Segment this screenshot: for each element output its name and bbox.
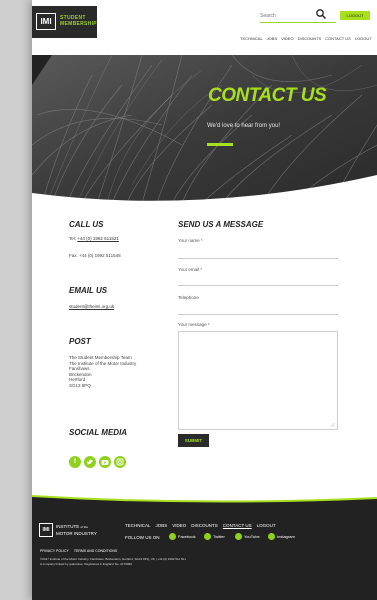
email-us-heading: EMAIL US [69, 286, 108, 295]
contact-content: CALL US Tel: +44 (0) 1992 511521 Fax: +4… [32, 203, 377, 503]
footer-logo[interactable]: IMI [39, 523, 53, 537]
footer-nav-technical[interactable]: TECHNICAL [125, 523, 151, 528]
instagram-icon[interactable] [114, 456, 126, 468]
brand-line-1: INSTITUTE [56, 524, 80, 529]
title-accent-bar [207, 143, 233, 146]
hero-grass-image [32, 55, 377, 203]
form-heading: SEND US A MESSAGE [178, 220, 264, 229]
facebook-icon [169, 533, 176, 540]
nav-jobs[interactable]: JOBS [267, 36, 277, 41]
submit-button[interactable]: SUBMIT [178, 434, 209, 447]
footer-nav-logout[interactable]: LOGOUT [257, 523, 276, 528]
facebook-icon[interactable]: f [69, 456, 81, 468]
brand-line-1-small: of the [80, 525, 89, 529]
site-header: IMI STUDENT MEMBERSHIP LOGOUT TECHNICAL … [32, 0, 377, 55]
search-icon[interactable] [315, 8, 327, 20]
phone-field-label: Telephone [178, 295, 199, 300]
footer-nav: TECHNICAL JOBS VIDEO DISCOUNTS CONTACT U… [125, 523, 276, 528]
site-footer: IMI INSTITUTE of the MOTOR INDUSTRY TECH… [32, 503, 377, 600]
youtube-icon [235, 533, 242, 540]
message-field-label: Your message * [178, 322, 210, 327]
footer-youtube[interactable]: YouTube [235, 533, 260, 540]
top-nav: TECHNICAL JOBS VIDEO DISCOUNTS CONTACT U… [240, 36, 372, 41]
social-media-heading: SOCIAL MEDIA [69, 428, 128, 437]
footer-instagram-label: Instagram [277, 534, 295, 539]
page-title: CONTACT US [208, 85, 327, 106]
footer-nav-contact-us[interactable]: CONTACT US [223, 523, 252, 528]
follow-us-label: FOLLOW US ON [125, 535, 160, 540]
email-field[interactable] [178, 285, 338, 286]
footer-nav-discounts[interactable]: DISCOUNTS [191, 523, 218, 528]
resize-handle-icon[interactable] [330, 422, 335, 427]
tel-link[interactable]: +44 (0) 1992 511521 [77, 236, 119, 241]
name-field[interactable] [178, 258, 338, 259]
site-logo[interactable]: IMI STUDENT MEMBERSHIP [32, 6, 97, 38]
footer-nav-video[interactable]: VIDEO [172, 523, 186, 528]
address-line: The Student Membership Team [69, 355, 132, 360]
twitter-icon[interactable] [84, 456, 96, 468]
legal-links: PRIVACY POLICY TERMS AND CONDITIONS [40, 549, 117, 553]
instagram-icon [268, 533, 275, 540]
youtube-icon[interactable] [99, 456, 111, 468]
phone-field[interactable] [178, 314, 338, 315]
tel-label: Tel: [69, 236, 77, 241]
company-line: A company limited by guarantee. Register… [40, 562, 132, 566]
footer-twitter-label: Twitter [213, 534, 225, 539]
page-subtitle: We'd love to hear from you! [207, 123, 281, 129]
nav-discounts[interactable]: DISCOUNTS [298, 36, 322, 41]
message-textarea[interactable] [178, 331, 338, 430]
footer-facebook[interactable]: Facebook [169, 533, 196, 540]
nav-contact-us[interactable]: CONTACT US [325, 36, 351, 41]
logo-line-2: MEMBERSHIP [60, 21, 97, 27]
nav-video[interactable]: VIDEO [281, 36, 293, 41]
tel-line: Tel: +44 (0) 1992 511521 [69, 236, 119, 242]
postal-address: The Student Membership Team The Institut… [69, 355, 136, 388]
twitter-icon [204, 533, 211, 540]
call-us-heading: CALL US [69, 220, 104, 229]
address-line: SG13 8PQ [69, 382, 91, 388]
brand-line-2: MOTOR INDUSTRY [56, 530, 97, 536]
nav-technical[interactable]: TECHNICAL [240, 36, 263, 41]
name-field-label: Your name * [178, 238, 203, 243]
logo-text: STUDENT MEMBERSHIP [60, 15, 97, 27]
logo-mark: IMI [36, 13, 56, 30]
nav-logout[interactable]: LOGOUT [355, 36, 372, 41]
footer-youtube-label: YouTube [244, 534, 260, 539]
footer-nav-jobs[interactable]: JOBS [156, 523, 168, 528]
footer-instagram[interactable]: Instagram [268, 533, 295, 540]
footer-twitter[interactable]: Twitter [204, 533, 225, 540]
copyright-text: ©2017 Institute of the Motor Industry. F… [40, 557, 240, 567]
hero-banner: CONTACT US We'd love to hear from you! [32, 55, 377, 203]
post-heading: POST [69, 337, 91, 346]
logout-button[interactable]: LOGOUT [340, 11, 370, 20]
footer-brand: INSTITUTE of the MOTOR INDUSTRY [56, 524, 97, 536]
terms-link[interactable]: TERMS AND CONDITIONS [74, 549, 117, 553]
privacy-policy-link[interactable]: PRIVACY POLICY [40, 549, 69, 553]
email-link[interactable]: student@theimi.org.uk [69, 304, 114, 310]
fax-line: Fax: +44 (0) 1992 511548 [69, 253, 121, 258]
footer-facebook-label: Facebook [178, 534, 196, 539]
social-icons: f [69, 456, 126, 468]
email-field-label: Your email * [178, 267, 203, 272]
page: IMI STUDENT MEMBERSHIP LOGOUT TECHNICAL … [32, 0, 377, 600]
